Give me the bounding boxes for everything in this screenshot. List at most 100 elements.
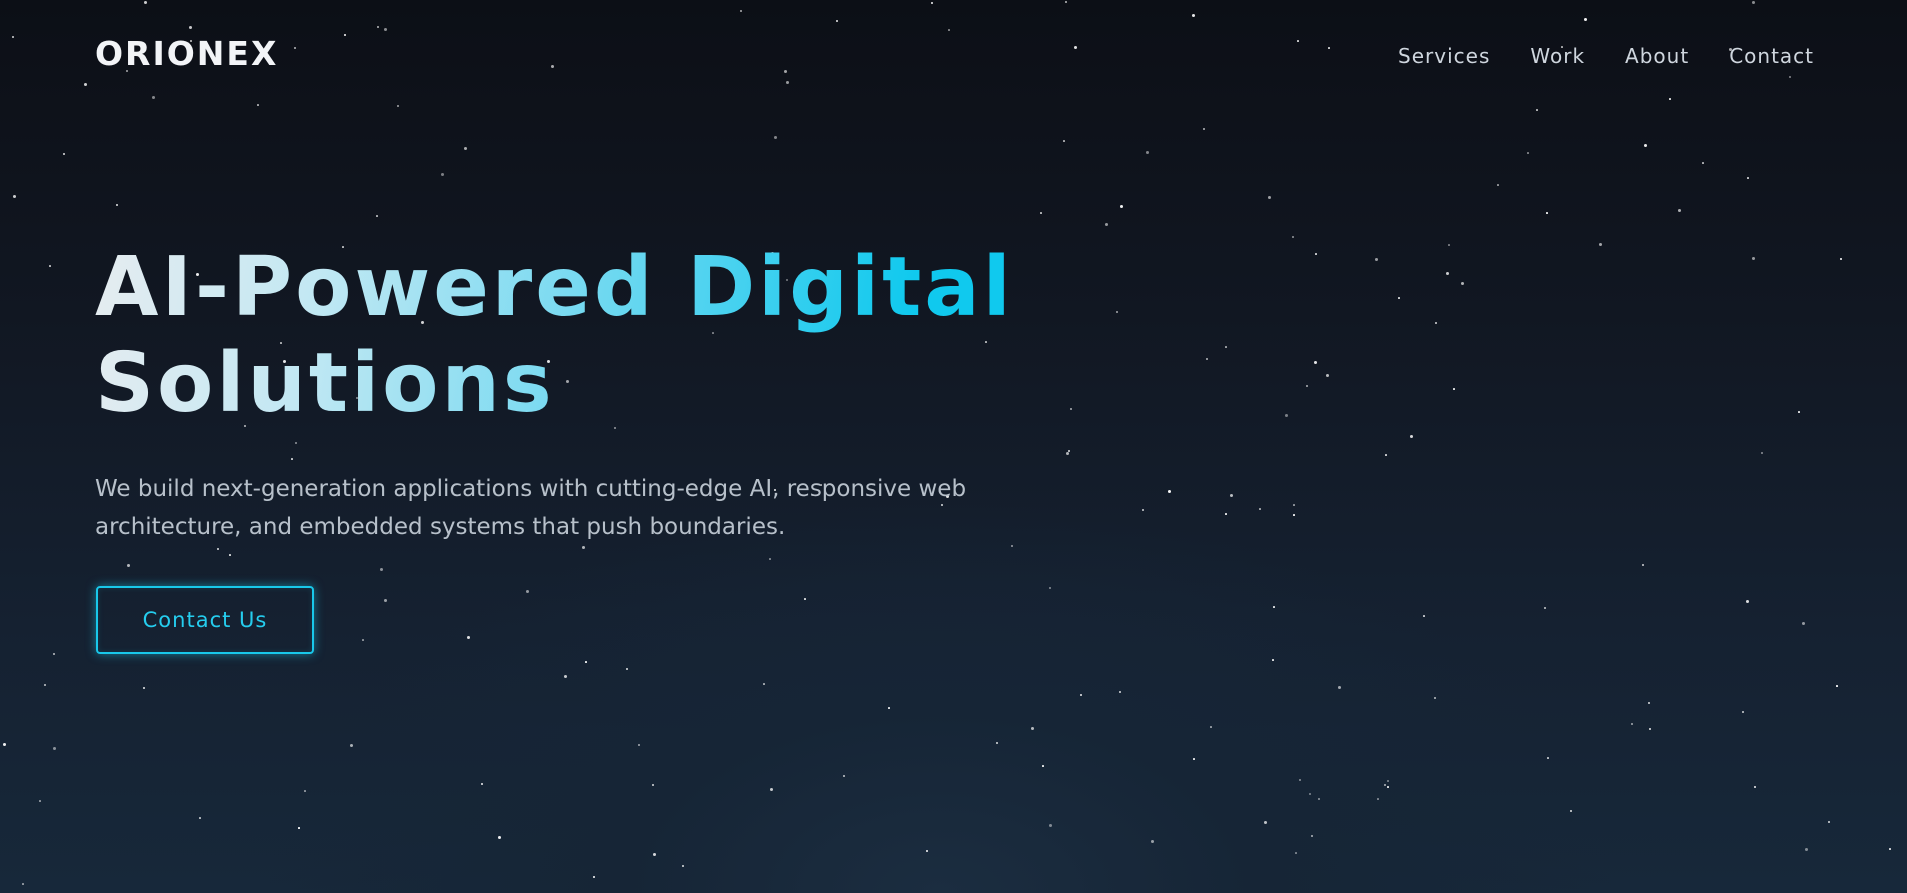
star: [304, 790, 306, 792]
star: [1326, 374, 1329, 377]
star: [1398, 297, 1400, 299]
star: [199, 817, 201, 819]
star: [1754, 786, 1756, 788]
star: [63, 153, 65, 155]
star: [1063, 140, 1065, 142]
top-navbar: ORIONEX Services Work About Contact: [0, 0, 1907, 112]
star: [1387, 780, 1389, 782]
star: [582, 546, 585, 549]
star: [1387, 786, 1389, 788]
star: [770, 788, 773, 791]
star: [1306, 385, 1308, 387]
star: [564, 675, 567, 678]
star: [384, 599, 387, 602]
hero-title: AI-Powered Digital Solutions: [95, 240, 1095, 432]
star: [1292, 236, 1294, 238]
star: [467, 636, 470, 639]
star: [1206, 358, 1208, 360]
star: [638, 744, 640, 746]
contact-us-button[interactable]: Contact Us: [96, 586, 314, 654]
star: [1230, 494, 1233, 497]
star: [1747, 177, 1749, 179]
star: [229, 554, 231, 556]
star: [1225, 346, 1227, 348]
brand-logo[interactable]: ORIONEX: [95, 34, 278, 74]
star: [1040, 212, 1042, 214]
star: [3, 743, 6, 746]
star: [593, 876, 595, 878]
star: [1384, 784, 1386, 786]
star: [39, 800, 41, 802]
star: [1377, 798, 1379, 800]
star: [1375, 258, 1378, 261]
star: [127, 564, 130, 567]
star: [1702, 162, 1704, 164]
star: [1840, 258, 1842, 260]
star: [1273, 606, 1275, 608]
star: [1193, 758, 1195, 760]
star: [1268, 196, 1271, 199]
star: [1293, 504, 1295, 506]
star: [1836, 685, 1838, 687]
star: [1151, 840, 1154, 843]
nav-link-contact[interactable]: Contact: [1729, 42, 1814, 70]
star: [1299, 779, 1301, 781]
star: [1631, 723, 1633, 725]
star: [1746, 600, 1749, 603]
star: [1423, 615, 1425, 617]
star: [481, 783, 483, 785]
star: [1385, 454, 1387, 456]
star: [1318, 798, 1320, 800]
star: [1080, 694, 1082, 696]
main-nav: Services Work About Contact: [1358, 42, 1814, 70]
star: [1805, 848, 1808, 851]
star: [1314, 361, 1317, 364]
star: [1544, 607, 1546, 609]
star: [1435, 322, 1437, 324]
star: [53, 653, 55, 655]
star: [1798, 411, 1800, 413]
star: [1547, 757, 1549, 759]
nav-link-about[interactable]: About: [1625, 42, 1689, 70]
star: [652, 784, 654, 786]
star: [1761, 452, 1763, 454]
nav-link-services[interactable]: Services: [1398, 42, 1490, 70]
star: [843, 775, 845, 777]
star: [464, 147, 467, 150]
star: [1042, 765, 1044, 767]
star: [1295, 852, 1297, 854]
star: [526, 590, 529, 593]
star: [116, 204, 118, 206]
star: [441, 173, 444, 176]
star: [804, 598, 806, 600]
star: [763, 683, 765, 685]
star: [1434, 697, 1436, 699]
star: [143, 687, 145, 689]
star: [653, 853, 656, 856]
star: [1828, 821, 1830, 823]
hero-section: AI-Powered Digital Solutions We build ne…: [95, 240, 1095, 546]
star: [1527, 152, 1529, 154]
star: [1272, 659, 1274, 661]
star: [44, 684, 46, 686]
star: [380, 568, 383, 571]
star: [1168, 490, 1171, 493]
star: [996, 742, 998, 744]
star: [1049, 824, 1052, 827]
star: [22, 883, 24, 885]
star: [1546, 212, 1548, 214]
star: [1105, 223, 1108, 226]
star: [1648, 702, 1650, 704]
star: [1338, 686, 1341, 689]
star: [1752, 257, 1755, 260]
star: [376, 215, 378, 217]
nav-link-work[interactable]: Work: [1530, 42, 1585, 70]
star: [626, 668, 628, 670]
star: [1599, 243, 1602, 246]
star: [585, 661, 587, 663]
star: [498, 836, 501, 839]
star: [1264, 821, 1267, 824]
star: [774, 136, 777, 139]
star: [1802, 622, 1805, 625]
star: [1210, 726, 1212, 728]
